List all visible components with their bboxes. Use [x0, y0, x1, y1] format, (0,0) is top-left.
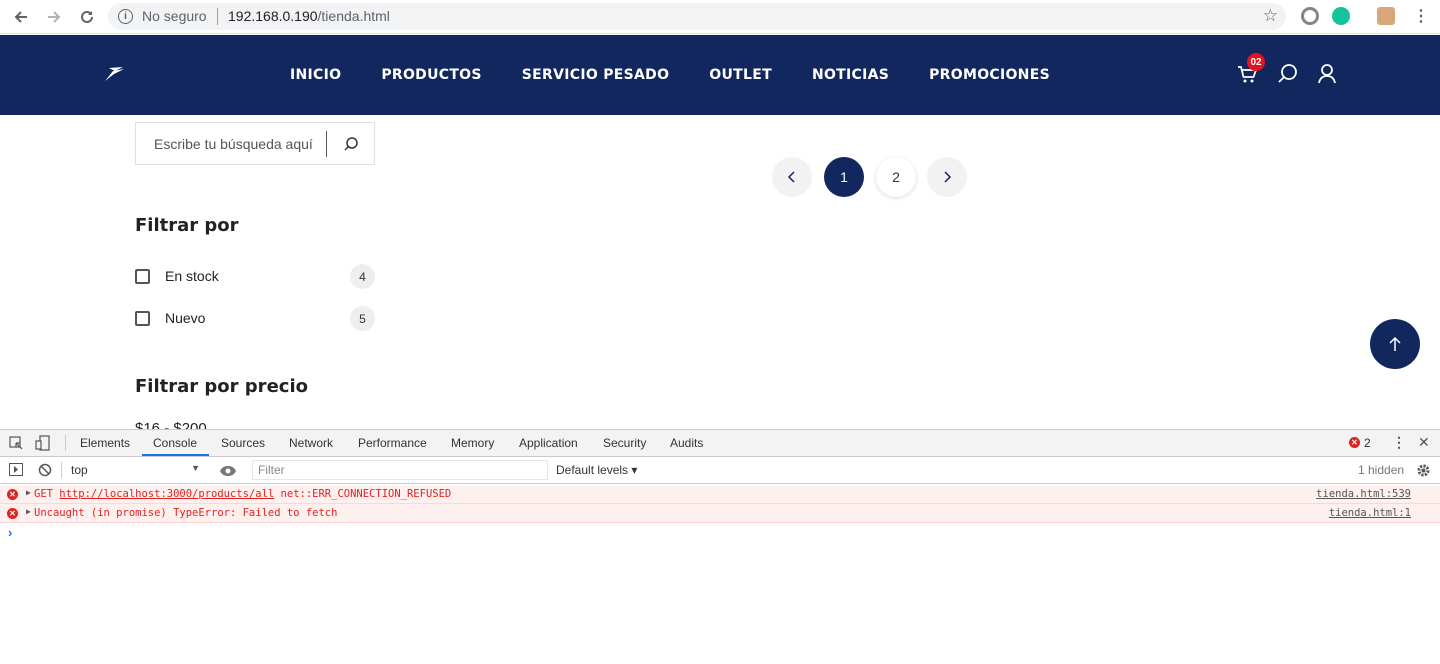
inspect-element-icon[interactable] [9, 436, 24, 456]
console-filter-input[interactable] [252, 460, 548, 480]
clear-console-icon[interactable] [38, 463, 52, 482]
tab-security[interactable]: Security [603, 436, 646, 450]
log-source-link[interactable]: tienda.html:1 [1329, 507, 1411, 519]
active-tab-indicator [142, 454, 209, 456]
log-levels-dropdown[interactable]: Default levels ▾ [556, 463, 637, 477]
chevron-down-icon: ▼ [191, 463, 200, 473]
console-prompt-icon[interactable]: › [8, 525, 12, 540]
search-submit-icon[interactable] [341, 135, 361, 155]
tab-memory[interactable]: Memory [451, 436, 494, 450]
site-logo[interactable] [103, 65, 125, 88]
filter-count: 4 [350, 264, 375, 289]
grammarly-icon[interactable] [1332, 7, 1350, 25]
pagination-page-2[interactable]: 2 [876, 157, 916, 197]
search-divider [326, 131, 327, 157]
cart-badge: 02 [1247, 53, 1265, 71]
log-source-link[interactable]: tienda.html:539 [1316, 488, 1411, 500]
search-box [135, 122, 375, 165]
reload-icon[interactable] [76, 6, 98, 28]
url-path: /tienda.html [317, 8, 390, 24]
url-text[interactable]: 192.168.0.190/tienda.html [228, 8, 390, 24]
devtools-tabbar: Elements Console Sources Network Perform… [0, 430, 1440, 457]
tab-performance[interactable]: Performance [358, 436, 427, 450]
tab-divider [65, 435, 66, 451]
nav-item-inicio[interactable]: INICIO [290, 67, 341, 83]
filter-item-en-stock[interactable]: En stock 4 [135, 264, 375, 290]
address-divider [217, 8, 218, 25]
filter-label: En stock [165, 268, 219, 284]
tab-application[interactable]: Application [519, 436, 578, 450]
console-error-row[interactable]: ✕ ▶ Uncaught (in promise) TypeError: Fai… [0, 504, 1440, 523]
hidden-count: 1 hidden [1358, 463, 1405, 477]
nav-item-productos[interactable]: PRODUCTOS [381, 67, 481, 83]
nav-item-outlet[interactable]: OUTLET [709, 67, 772, 83]
error-icon: ✕ [7, 508, 18, 519]
pagination-page-1[interactable]: 1 [824, 157, 864, 197]
arrow-up-icon [1389, 336, 1401, 351]
error-count-icon: ✕ [1349, 437, 1360, 448]
tab-network[interactable]: Network [289, 436, 333, 450]
extension-icon[interactable] [1301, 7, 1319, 25]
console-error-row[interactable]: ✕ ▶ GET http://localhost:3000/products/a… [0, 485, 1440, 504]
log-message: Uncaught (in promise) TypeError: Failed … [34, 507, 338, 519]
info-icon[interactable]: i [118, 9, 133, 24]
filter-label: Nuevo [165, 310, 206, 326]
browser-toolbar: i No seguro 192.168.0.190/tienda.html ☆ … [0, 0, 1440, 34]
tab-sources[interactable]: Sources [221, 436, 265, 450]
toolbar-divider [61, 462, 62, 478]
nav-item-noticias[interactable]: NOTICIAS [812, 67, 889, 83]
log-message: GET http://localhost:3000/products/all n… [34, 488, 451, 500]
log-suffix: net::ERR_CONNECTION_REFUSED [274, 488, 452, 500]
filter-count: 5 [350, 306, 375, 331]
filter-item-nuevo[interactable]: Nuevo 5 [135, 306, 375, 332]
expand-icon[interactable]: ▶ [26, 507, 31, 516]
tab-audits[interactable]: Audits [670, 436, 703, 450]
devtools-menu-icon[interactable]: ⋮ [1392, 434, 1406, 451]
context-value: top [71, 463, 88, 477]
browser-menu-icon[interactable]: ⋮ [1413, 6, 1429, 26]
search-input[interactable] [137, 124, 327, 163]
error-icon: ✕ [7, 489, 18, 500]
log-url-link[interactable]: http://localhost:3000/products/all [59, 488, 274, 500]
bookmark-star-icon[interactable]: ☆ [1263, 6, 1278, 26]
console-toolbar: top ▼ Default levels ▾ 1 hidden [0, 457, 1440, 484]
forward-icon[interactable] [43, 6, 65, 28]
sidebar-toggle-icon[interactable] [9, 463, 23, 481]
avatar[interactable] [1377, 7, 1395, 25]
expand-icon[interactable]: ▶ [26, 488, 31, 497]
en-stock-checkbox[interactable] [135, 269, 150, 284]
device-toolbar-icon[interactable] [35, 435, 51, 456]
close-icon[interactable]: ✕ [1418, 434, 1430, 451]
nav-item-servicio-pesado[interactable]: SERVICIO PESADO [522, 67, 670, 83]
log-prefix: GET [34, 488, 60, 500]
price-filter-heading: Filtrar por precio [135, 376, 308, 397]
back-icon[interactable] [10, 6, 32, 28]
security-label: No seguro [142, 8, 207, 24]
gear-icon[interactable] [1416, 463, 1431, 483]
site-header: INICIO PRODUCTOS SERVICIO PESADO OUTLET … [0, 35, 1440, 115]
search-icon[interactable] [1277, 63, 1299, 85]
main-nav: INICIO PRODUCTOS SERVICIO PESADO OUTLET … [290, 67, 1090, 83]
user-icon[interactable] [1316, 63, 1338, 85]
url-host: 192.168.0.190 [228, 8, 318, 24]
filter-heading: Filtrar por [135, 215, 239, 236]
pagination-prev[interactable] [772, 157, 812, 197]
tab-elements[interactable]: Elements [80, 436, 130, 450]
devtools-panel: Elements Console Sources Network Perform… [0, 429, 1440, 664]
address-bar[interactable]: i No seguro 192.168.0.190/tienda.html ☆ [108, 3, 1286, 30]
nuevo-checkbox[interactable] [135, 311, 150, 326]
scroll-to-top-button[interactable] [1370, 319, 1420, 369]
context-select[interactable]: top ▼ [66, 460, 206, 480]
nav-item-promociones[interactable]: PROMOCIONES [929, 67, 1050, 83]
error-count[interactable]: 2 [1364, 436, 1371, 450]
eye-icon[interactable] [219, 464, 237, 482]
tab-console[interactable]: Console [153, 436, 197, 450]
pagination-next[interactable] [927, 157, 967, 197]
